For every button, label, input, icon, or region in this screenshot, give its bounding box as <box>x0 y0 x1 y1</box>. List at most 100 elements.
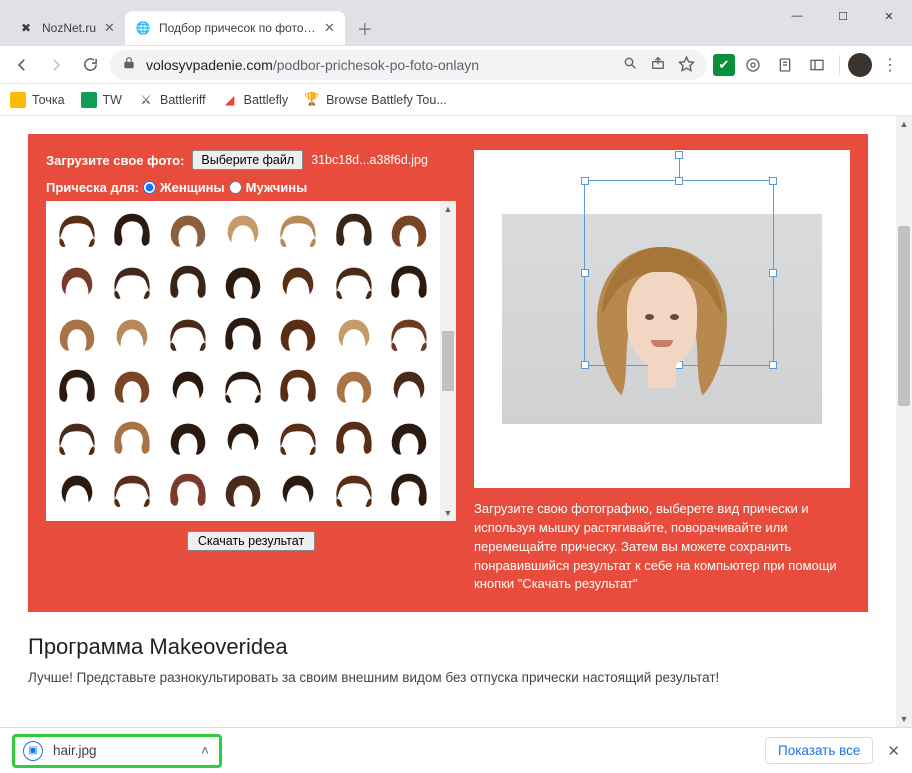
close-shelf-button[interactable]: ✕ <box>887 742 900 760</box>
hairstyle-thumb[interactable] <box>272 361 325 411</box>
hairstyle-thumb[interactable] <box>161 205 214 255</box>
hairstyle-thumb[interactable] <box>105 257 158 307</box>
hairstyle-thumb[interactable] <box>50 257 103 307</box>
hairstyle-thumb[interactable] <box>272 257 325 307</box>
choose-file-button[interactable]: Выберите файл <box>192 150 303 170</box>
tab-close-icon[interactable]: ✕ <box>104 20 115 36</box>
scroll-down-icon[interactable]: ▼ <box>440 505 456 521</box>
hairstyle-thumb[interactable] <box>327 309 380 359</box>
hairstyle-thumb[interactable] <box>105 413 158 463</box>
hairstyle-thumb[interactable] <box>105 361 158 411</box>
preview-canvas[interactable] <box>474 150 850 488</box>
hairstyle-thumb[interactable] <box>383 309 436 359</box>
hairstyle-thumb[interactable] <box>216 257 269 307</box>
nav-back-button[interactable] <box>8 51 36 79</box>
hairstyle-thumb[interactable] <box>216 465 269 515</box>
hairstyle-thumb[interactable] <box>161 309 214 359</box>
palette-scrollbar[interactable]: ▲ ▼ <box>440 201 456 521</box>
gender-male-label[interactable]: Мужчины <box>246 180 308 195</box>
chevron-up-icon[interactable]: ˄ <box>201 743 209 758</box>
window-minimize-button[interactable]: — <box>774 0 820 32</box>
scroll-thumb[interactable] <box>442 331 454 391</box>
bookmark-icon: ◢ <box>222 92 238 108</box>
hairstyle-thumb[interactable] <box>161 413 214 463</box>
bookmark-item[interactable]: Точка <box>10 92 65 108</box>
window-titlebar: ✖︎ NozNet.ru ✕ 🌐 Подбор причесок по фото… <box>0 0 912 46</box>
hairstyle-thumb[interactable] <box>161 361 214 411</box>
tab-favicon-icon: ✖︎ <box>18 20 34 36</box>
window-controls: — ☐ ✕ <box>774 0 912 32</box>
download-chip[interactable]: ▣ hair.jpg ˄ <box>12 734 222 768</box>
hairstyle-thumb[interactable] <box>105 465 158 515</box>
hairstyle-thumb[interactable] <box>383 361 436 411</box>
resize-handle[interactable] <box>769 177 777 185</box>
extension-panel-icon[interactable] <box>803 51 831 79</box>
scroll-down-icon[interactable]: ▼ <box>896 711 912 727</box>
hairstyle-thumb[interactable] <box>50 361 103 411</box>
bookmark-item[interactable]: TW <box>81 92 122 108</box>
extension-note-icon[interactable] <box>771 51 799 79</box>
hairstyle-thumb[interactable] <box>272 309 325 359</box>
hairstyle-thumb[interactable] <box>216 309 269 359</box>
scroll-up-icon[interactable]: ▲ <box>440 201 456 217</box>
hairstyle-thumb[interactable] <box>50 205 103 255</box>
hairstyle-thumb[interactable] <box>105 205 158 255</box>
hairstyle-thumb[interactable] <box>327 257 380 307</box>
hairstyle-thumb[interactable] <box>50 309 103 359</box>
hairstyle-thumb[interactable] <box>50 413 103 463</box>
hairstyle-thumb[interactable] <box>50 465 103 515</box>
hairstyle-thumb[interactable] <box>327 465 380 515</box>
hairstyle-grid <box>46 201 440 521</box>
new-tab-button[interactable]: ＋ <box>351 14 379 42</box>
address-bar[interactable]: volosyvpadenie.com/podbor-prichesok-po-f… <box>110 50 707 80</box>
show-all-downloads-button[interactable]: Показать все <box>765 737 873 764</box>
gender-male-radio[interactable] <box>229 181 242 194</box>
hairstyle-thumb[interactable] <box>272 413 325 463</box>
hairstyle-thumb[interactable] <box>216 361 269 411</box>
resize-handle[interactable] <box>675 177 683 185</box>
browser-tab-inactive[interactable]: ✖︎ NozNet.ru ✕ <box>8 11 125 45</box>
bookmark-item[interactable]: 🏆Browse Battlefy Tou... <box>304 92 447 108</box>
bookmark-star-icon[interactable] <box>678 55 695 75</box>
nav-forward-button[interactable] <box>42 51 70 79</box>
hairstyle-thumb[interactable] <box>216 205 269 255</box>
hairstyle-thumb[interactable] <box>272 205 325 255</box>
extension-check-icon[interactable]: ✔ <box>713 54 735 76</box>
hairstyle-thumb[interactable] <box>327 205 380 255</box>
hairstyle-thumb[interactable] <box>327 361 380 411</box>
hairstyle-thumb[interactable] <box>272 465 325 515</box>
hairstyle-thumb[interactable] <box>105 309 158 359</box>
browser-tab-active[interactable]: 🌐 Подбор причесок по фото онла ✕ <box>125 11 345 45</box>
hairstyle-thumb[interactable] <box>216 413 269 463</box>
hairstyle-thumb[interactable] <box>383 465 436 515</box>
window-maximize-button[interactable]: ☐ <box>820 0 866 32</box>
bookmark-item[interactable]: ⚔Battleriff <box>138 92 206 108</box>
rotate-handle[interactable] <box>675 151 683 159</box>
hairstyle-thumb[interactable] <box>383 257 436 307</box>
scroll-up-icon[interactable]: ▲ <box>896 116 912 132</box>
hairstyle-thumb[interactable] <box>383 413 436 463</box>
gender-female-radio[interactable] <box>143 181 156 194</box>
download-result-button[interactable]: Скачать результат <box>187 531 315 551</box>
page-scrollbar[interactable]: ▲ ▼ <box>896 116 912 727</box>
bookmark-label: Точка <box>32 93 65 107</box>
instructions-text: Загрузите свою фотографию, выберете вид … <box>474 500 850 594</box>
share-icon[interactable] <box>650 55 666 75</box>
window-close-button[interactable]: ✕ <box>866 0 912 32</box>
tab-close-icon[interactable]: ✕ <box>324 20 335 36</box>
hairstyle-thumb[interactable] <box>327 413 380 463</box>
nav-reload-button[interactable] <box>76 51 104 79</box>
bookmark-label: TW <box>103 93 122 107</box>
address-actions <box>622 55 695 75</box>
hairstyle-thumb[interactable] <box>383 205 436 255</box>
extension-network-icon[interactable] <box>739 51 767 79</box>
hairstyle-thumb[interactable] <box>161 257 214 307</box>
hairstyle-thumb[interactable] <box>161 465 214 515</box>
bookmark-item[interactable]: ◢Battlefly <box>222 92 288 108</box>
search-in-page-icon[interactable] <box>622 55 638 75</box>
gender-female-label[interactable]: Женщины <box>160 180 225 195</box>
browser-menu-button[interactable]: ⋮ <box>876 51 904 79</box>
resize-handle[interactable] <box>581 177 589 185</box>
profile-avatar[interactable] <box>848 53 872 77</box>
scroll-thumb[interactable] <box>898 226 910 406</box>
